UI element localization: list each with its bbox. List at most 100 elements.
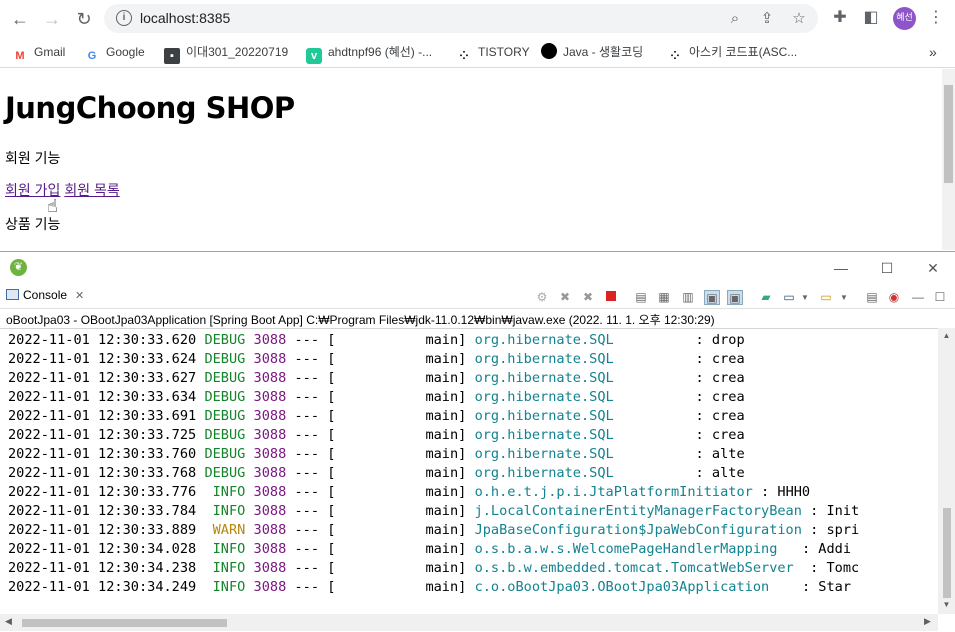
show-on-stdout-icon[interactable]: ▣ (704, 290, 720, 305)
log-message: : crea (613, 427, 745, 443)
log-pid: 3088 (253, 560, 287, 576)
log-separator: --- (294, 541, 320, 557)
profile-avatar[interactable]: 혜선 (893, 7, 916, 30)
minimize-icon[interactable]: — (826, 256, 856, 280)
properties-icon[interactable]: ◉ (886, 290, 902, 305)
bookmark-tistory[interactable]: ⁘ TISTORY (456, 42, 529, 62)
log-separator: --- (294, 370, 320, 386)
chevron-down-icon[interactable]: ▼ (836, 290, 852, 305)
log-thread: [ main] (327, 522, 467, 538)
log-message: : Init (801, 503, 860, 519)
log-pid: 3088 (253, 332, 287, 348)
log-thread: [ main] (327, 446, 467, 462)
share-icon[interactable]: ⇪ (758, 10, 776, 28)
product-section-label: 상품 기능 (5, 216, 61, 232)
console-vertical-scrollbar[interactable]: ▲ ▼ (938, 328, 955, 614)
log-thread: [ main] (327, 541, 467, 557)
log-pid: 3088 (253, 351, 287, 367)
log-pid: 3088 (253, 389, 287, 405)
log-pid: 3088 (253, 541, 287, 557)
log-logger: org.hibernate.SQL (474, 427, 614, 443)
log-timestamp: 2022-11-01 12:30:33.776 (8, 484, 197, 500)
member-list-link[interactable]: 회원 목록 (64, 182, 119, 198)
vertical-scroll-thumb[interactable] (943, 508, 951, 598)
scroll-left-arrow-icon[interactable]: ◀ (5, 616, 12, 627)
log-separator: --- (294, 522, 320, 538)
log-timestamp: 2022-11-01 12:30:33.760 (8, 446, 197, 462)
back-arrow-icon[interactable]: ← (8, 7, 32, 31)
page-scrollbar-thumb[interactable] (944, 85, 953, 183)
zoom-icon[interactable]: ⌕ (726, 10, 744, 28)
spring-leaf-icon: ❦ (10, 259, 27, 276)
scroll-right-arrow-icon[interactable]: ▶ (924, 616, 931, 627)
more-bookmarks-chevron-icon[interactable]: » (929, 42, 937, 62)
terminate-icon[interactable] (603, 290, 619, 305)
pin-console-icon[interactable]: ▰ (758, 290, 774, 305)
log-level: INFO (204, 560, 246, 576)
bookmark-gmail[interactable]: M Gmail (12, 42, 65, 62)
tab-console[interactable]: Console ✕ (6, 288, 84, 302)
log-timestamp: 2022-11-01 12:30:34.028 (8, 541, 197, 557)
extensions-puzzle-icon[interactable]: ✚ (830, 8, 850, 28)
reload-icon[interactable]: ↻ (72, 7, 96, 31)
site-info-icon[interactable]: i (116, 10, 132, 26)
log-logger: org.hibernate.SQL (474, 465, 614, 481)
scroll-up-arrow-icon[interactable]: ▲ (941, 331, 952, 342)
clear-console-icon[interactable]: ▤ (633, 290, 649, 305)
bookmark-google[interactable]: G Google (84, 42, 145, 62)
log-logger: org.hibernate.SQL (474, 446, 614, 462)
log-message: : alte (613, 446, 745, 462)
log-timestamp: 2022-11-01 12:30:33.691 (8, 408, 197, 424)
close-tab-icon[interactable]: ✕ (75, 290, 84, 302)
log-thread: [ main] (327, 351, 467, 367)
scroll-down-arrow-icon[interactable]: ▼ (941, 600, 952, 611)
page-scrollbar[interactable] (942, 69, 955, 250)
bookmark-java[interactable]: Java - 생활코딩 (541, 42, 643, 62)
log-thread: [ main] (327, 332, 467, 348)
maximize-icon[interactable]: ☐ (872, 256, 902, 280)
log-message: : drop (613, 332, 745, 348)
show-on-stderr-icon[interactable]: ▣ (727, 290, 743, 305)
log-level: INFO (204, 484, 246, 500)
word-wrap-icon[interactable]: ▥ (680, 290, 696, 305)
disconnect-icon[interactable]: ⚙ (534, 290, 550, 305)
close-icon[interactable]: ✕ (918, 256, 948, 280)
display-console-icon[interactable]: ▭ (781, 290, 797, 305)
log-separator: --- (294, 427, 320, 443)
maximize-view-icon[interactable]: ☐ (932, 290, 948, 305)
bookmark-star-icon[interactable]: ☆ (790, 10, 808, 28)
chrome-menu-icon[interactable]: ⋮ (926, 8, 946, 28)
log-separator: --- (294, 560, 320, 576)
bookmark-velog[interactable]: v ahdtnpf96 (혜선) -... (306, 42, 432, 64)
bookmark-contact[interactable]: ▪ 이대301_20220719 (164, 42, 288, 64)
remove-launch-icon[interactable]: ✖ (557, 290, 573, 305)
log-timestamp: 2022-11-01 12:30:33.620 (8, 332, 197, 348)
log-logger: JpaBaseConfiguration$JpaWebConfiguration (474, 522, 802, 538)
log-message: : crea (613, 408, 745, 424)
log-message: : Star (769, 579, 852, 595)
log-thread: [ main] (327, 465, 467, 481)
log-pid: 3088 (253, 579, 287, 595)
remove-all-icon[interactable]: ✖ (580, 290, 596, 305)
member-links: 회원 가입 회원 목록 (5, 180, 120, 200)
web-page: JungChoong SHOP 회원 기능 회원 가입 회원 목록 상품 기능 (0, 69, 942, 250)
horizontal-scroll-thumb[interactable] (22, 619, 227, 627)
console-output[interactable]: 2022-11-01 12:30:33.620 DEBUG 3088 --- [… (0, 328, 938, 614)
chevron-down-icon[interactable]: ▼ (797, 290, 813, 305)
bookmark-ascii[interactable]: ⁘ 아스키 코드표(ASC... (667, 42, 797, 62)
minimize-view-icon[interactable]: — (910, 290, 926, 305)
log-logger: o.h.e.t.j.p.i.JtaPlatformInitiator (474, 484, 753, 500)
address-bar[interactable]: i localhost:8385 ⌕ ⇪ ☆ (104, 4, 818, 33)
new-console-icon[interactable]: ▭ (818, 290, 834, 305)
url-text[interactable]: localhost:8385 (140, 10, 230, 26)
log-thread: [ main] (327, 503, 467, 519)
side-panel-icon[interactable]: ◧ (861, 8, 881, 28)
log-level: DEBUG (204, 446, 246, 462)
log-level: INFO (204, 579, 246, 595)
scroll-lock-icon[interactable]: ▦ (656, 290, 672, 305)
forward-arrow-icon[interactable]: → (40, 7, 64, 31)
console-log-line: 2022-11-01 12:30:33.760 DEBUG 3088 --- [… (8, 445, 745, 464)
view-menu-icon[interactable]: ▤ (864, 290, 880, 305)
console-horizontal-scrollbar[interactable]: ◀ ▶ (0, 614, 938, 631)
log-level: DEBUG (204, 351, 246, 367)
